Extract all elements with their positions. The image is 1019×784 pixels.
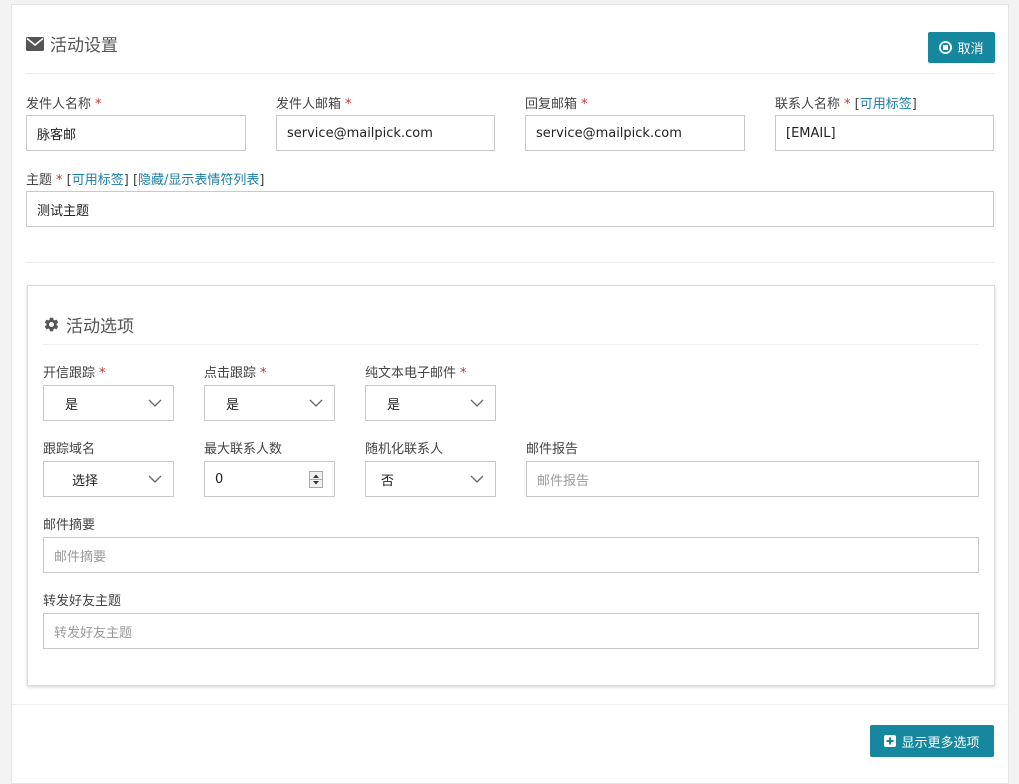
toggle-emoji-link[interactable]: 隐藏/显示表情符列表	[138, 173, 259, 188]
open-tracking-label: 开信跟踪 *	[43, 366, 106, 381]
tracking-domain-select[interactable]: 选择	[43, 461, 174, 497]
report-label: 邮件报告	[526, 442, 579, 457]
chevron-down-icon	[309, 399, 323, 407]
chevron-down-icon	[148, 475, 162, 483]
tracking-domain-label: 跟踪域名	[43, 442, 96, 457]
sender-name-input[interactable]: 脉客邮	[26, 115, 246, 151]
plain-text-select[interactable]: 是	[365, 385, 496, 421]
subject-input[interactable]: 测试主题	[26, 191, 994, 227]
subject-label: 主题 * [可用标签] [隐藏/显示表情符列表]	[26, 173, 265, 188]
cancel-label: 取消	[957, 42, 984, 57]
divider	[43, 344, 979, 345]
chevron-down-icon	[148, 399, 162, 407]
close-circle-icon	[939, 41, 953, 54]
sender-name-label: 发件人名称 *	[26, 97, 102, 112]
envelope-icon	[26, 36, 44, 51]
gear-icon	[44, 317, 59, 332]
randomize-select[interactable]: 否	[365, 461, 496, 497]
report-input[interactable]: 邮件报告	[526, 461, 979, 497]
number-stepper[interactable]	[309, 471, 323, 488]
max-contacts-input[interactable]: 0	[204, 461, 335, 497]
click-tracking-select[interactable]: 是	[204, 385, 335, 421]
available-tags-link[interactable]: 可用标签	[860, 97, 912, 112]
contact-name-label: 联系人名称 * [可用标签]	[775, 97, 917, 112]
divider	[26, 262, 995, 263]
forward-subject-label: 转发好友主题	[43, 594, 122, 609]
click-tracking-label: 点击跟踪 *	[204, 366, 267, 381]
settings-title: 活动设置	[50, 36, 118, 56]
chevron-down-icon	[470, 399, 484, 407]
contact-name-input[interactable]: [EMAIL]	[775, 115, 994, 151]
plus-square-icon	[884, 735, 897, 747]
options-header: 活动选项	[43, 312, 134, 337]
reply-email-input[interactable]: service@mailpick.com	[525, 115, 745, 151]
forward-subject-input[interactable]: 转发好友主题	[43, 613, 979, 649]
reply-email-label: 回复邮箱 *	[525, 97, 588, 112]
divider	[12, 704, 1009, 705]
campaign-settings-panel: 活动设置 取消 发件人名称 * 发件人邮箱 * 回复邮箱 * 联系人名称 * [可用标签…	[11, 4, 1009, 784]
cancel-button[interactable]: 取消	[928, 32, 995, 63]
divider	[26, 73, 995, 74]
show-more-options-button[interactable]: 显示更多选项	[870, 725, 994, 757]
sender-email-input[interactable]: service@mailpick.com	[276, 115, 495, 151]
settings-header: 活动设置	[26, 31, 118, 56]
open-tracking-select[interactable]: 是	[43, 385, 174, 421]
max-contacts-label: 最大联系人数	[204, 442, 283, 457]
randomize-label: 随机化联系人	[365, 442, 444, 457]
summary-input[interactable]: 邮件摘要	[43, 537, 979, 573]
options-title: 活动选项	[66, 317, 134, 337]
campaign-options-card: 活动选项 开信跟踪 * 点击跟踪 * 纯文本电子邮件 * 是 是 是 跟踪域名 最大联…	[27, 285, 995, 686]
chevron-down-icon	[470, 475, 484, 483]
summary-label: 邮件摘要	[43, 518, 96, 533]
sender-email-label: 发件人邮箱 *	[276, 97, 352, 112]
available-tags-link[interactable]: 可用标签	[72, 173, 124, 188]
show-more-label: 显示更多选项	[901, 735, 980, 751]
plain-text-label: 纯文本电子邮件 *	[365, 366, 467, 381]
